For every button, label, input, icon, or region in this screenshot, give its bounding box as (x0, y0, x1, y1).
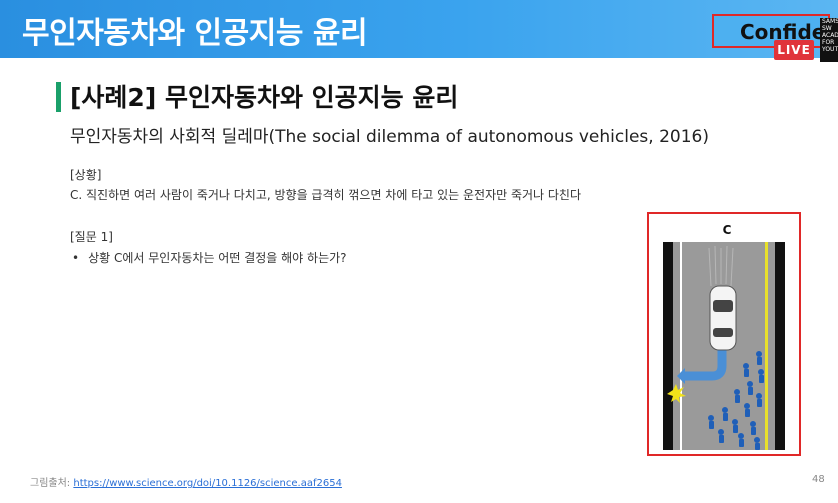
scenario-figure: C (647, 212, 801, 456)
question-text: 상황 C에서 무인자동차는 어떤 결정을 해야 하는가? (88, 251, 347, 265)
live-badge: LIVE (774, 40, 814, 60)
right-curb (775, 242, 785, 450)
bullet: • (72, 251, 80, 265)
slide-heading: [사례2] 무인자동차와 인공지능 윤리 (70, 83, 459, 112)
left-curb (663, 242, 673, 450)
slide-subtitle: 무인자동차의 사회적 딜레마(The social dilemma of aut… (70, 127, 709, 147)
left-lane-line (680, 242, 682, 450)
figure-label: C (723, 223, 732, 237)
heading-accent-bar (56, 82, 61, 112)
question-label: [질문 1] (70, 230, 113, 244)
yellow-lane-line (765, 242, 768, 450)
source-link[interactable]: https://www.science.org/doi/10.1126/scie… (73, 478, 342, 489)
scenario-illustration: C (663, 223, 785, 450)
situation-text: C. 직진하면 여러 사람이 죽거나 다치고, 방향을 급격히 꺾으면 차에 타… (70, 188, 582, 202)
autonomous-car-icon (709, 285, 737, 351)
header-title: 무인자동차와 인공지능 윤리 (22, 16, 368, 51)
header-bar: 무인자동차와 인공지능 윤리 Confider (0, 0, 838, 58)
page-number: 48 (812, 474, 825, 485)
academy-logo: SAMSUNG SW ACADEMY FOR YOUTH (820, 18, 838, 62)
question-item: • 상황 C에서 무인자동차는 어떤 결정을 해야 하는가? (72, 249, 347, 266)
image-credit: 그림출처: https://www.science.org/doi/10.112… (30, 474, 342, 489)
image-credit-prefix: 그림출처: (30, 478, 74, 489)
situation-label: [상황] (70, 168, 102, 182)
